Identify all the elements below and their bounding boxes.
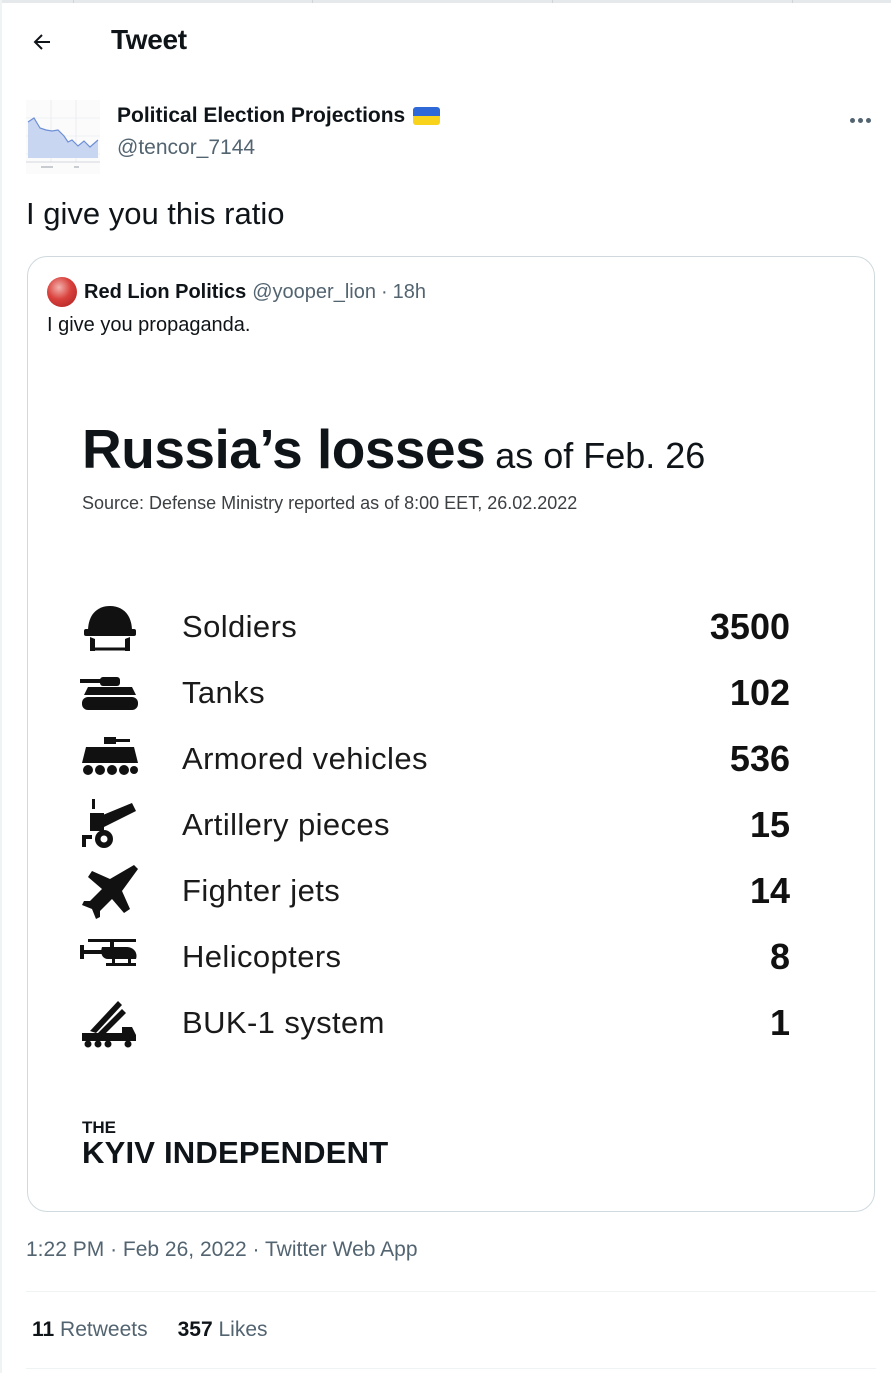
row-label: Tanks (182, 675, 265, 710)
tweet-text: I give you this ratio (26, 196, 285, 231)
loss-row-armored-vehicles: Armored vehicles 536 (78, 729, 790, 789)
helmet-icon (84, 606, 136, 651)
infographic-title-main: Russia’s losses (82, 418, 486, 480)
author-name-text: Political Election Projections (117, 104, 406, 127)
armored-vehicle-icon (82, 737, 138, 775)
row-label: Fighter jets (182, 873, 341, 908)
tweet-date-link[interactable]: Feb 26, 2022 (123, 1238, 247, 1261)
retweets-label: Retweets (60, 1318, 148, 1341)
left-border (0, 0, 2, 1373)
row-value: 3500 (709, 606, 790, 647)
row-value: 8 (769, 936, 790, 977)
top-border (0, 0, 891, 3)
row-value: 102 (729, 672, 790, 713)
missile-launcher-icon (82, 1001, 136, 1048)
kyiv-independent-logo: THE KYIV INDEPENDENT (82, 1119, 388, 1169)
divider (26, 1291, 876, 1292)
quote-author-handle: @yooper_lion (252, 280, 376, 303)
arrow-left-icon (33, 34, 50, 50)
row-value: 536 (729, 738, 790, 779)
row-value: 14 (749, 870, 790, 911)
tweet-stats: 11 Retweets 357 Likes (32, 1318, 268, 1342)
quote-separator: · (380, 280, 388, 303)
ukraine-flag-icon (413, 107, 441, 125)
tweet-header: Tweet (0, 12, 891, 72)
row-label: BUK-1 system (182, 1005, 385, 1040)
row-label: Helicopters (182, 939, 342, 974)
artillery-icon (82, 799, 136, 848)
avatar[interactable] (26, 100, 100, 174)
author-handle[interactable]: @tencor_7144 (117, 136, 255, 160)
quote-timestamp: 18h (392, 280, 427, 303)
quote-text: I give you propaganda. (47, 314, 251, 336)
fighter-jet-icon (82, 865, 138, 919)
tweet-metadata: 1:22 PM · Feb 26, 2022 · Twitter Web App (26, 1238, 418, 1262)
tweet-source-link[interactable]: Twitter Web App (265, 1238, 418, 1261)
quote-avatar (47, 277, 77, 307)
logo-name: KYIV INDEPENDENT (82, 1135, 389, 1170)
row-value: 15 (749, 804, 790, 845)
more-options-button[interactable] (838, 106, 882, 134)
helicopter-icon (80, 939, 137, 966)
retweets-count: 11 (32, 1318, 55, 1341)
quote-header: Red Lion Politics @yooper_lion · 18h (47, 277, 426, 307)
tweet-time-link[interactable]: 1:22 PM (26, 1238, 104, 1261)
quote-author-name: Red Lion Politics (84, 280, 247, 303)
meta-separator: · (252, 1238, 260, 1261)
infographic-subtitle: as of Feb. 26 (495, 435, 706, 476)
divider (26, 1368, 876, 1369)
loss-row-soldiers: Soldiers 3500 (78, 597, 790, 657)
likes-count: 357 (177, 1318, 213, 1341)
infographic-source: Source: Defense Ministry reported as of … (82, 493, 578, 513)
loss-row-fighter-jets: Fighter jets 14 (78, 861, 790, 921)
row-value: 1 (769, 1002, 790, 1043)
row-label: Armored vehicles (182, 741, 428, 776)
author-name[interactable]: Political Election Projections (117, 104, 441, 128)
row-label: Soldiers (182, 609, 298, 644)
loss-row-buk-system: BUK-1 system 1 (78, 993, 790, 1053)
likes-stat[interactable]: 357 Likes (178, 1318, 268, 1342)
tank-icon (80, 677, 138, 710)
back-button[interactable] (22, 22, 62, 62)
row-label: Artillery pieces (182, 807, 390, 842)
loss-row-helicopters: Helicopters 8 (78, 927, 790, 987)
likes-label: Likes (218, 1318, 268, 1341)
page-title: Tweet (111, 24, 187, 55)
infographic-title: Russia’s losses as of Feb. 26 (82, 417, 705, 481)
retweets-stat[interactable]: 11 Retweets (32, 1318, 148, 1342)
meta-separator: · (110, 1238, 118, 1261)
loss-row-tanks: Tanks 102 (78, 663, 790, 723)
quote-tweet-card[interactable]: Red Lion Politics @yooper_lion · 18h I g… (27, 256, 875, 1212)
more-dot-icon (849, 117, 855, 123)
loss-row-artillery: Artillery pieces 15 (78, 795, 790, 855)
